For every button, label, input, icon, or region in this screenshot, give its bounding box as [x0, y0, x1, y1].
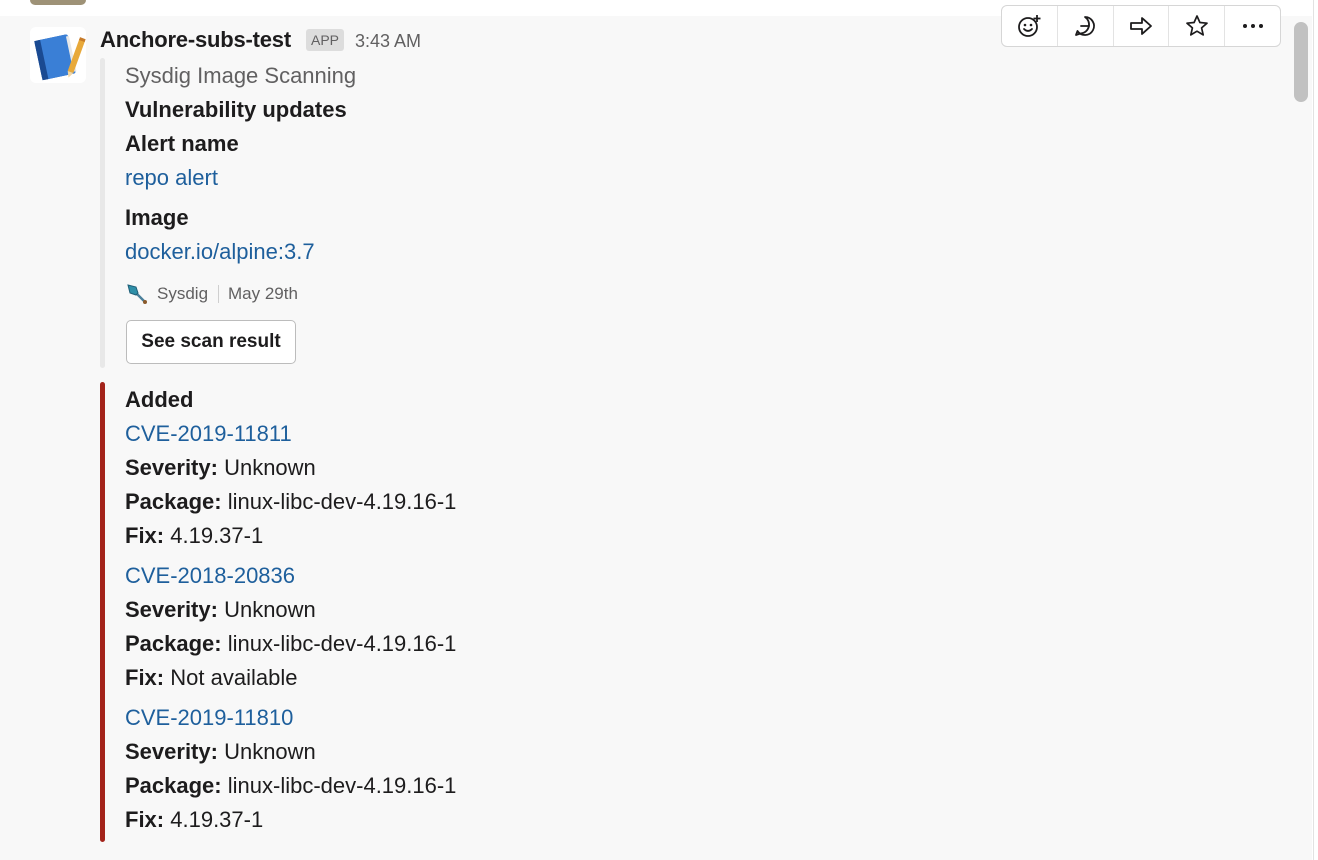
app-avatar[interactable] — [30, 27, 86, 83]
attachment-title: Vulnerability updates — [125, 97, 347, 122]
fix-value: 4.19.37-1 — [170, 523, 264, 548]
star-icon — [1185, 15, 1208, 36]
app-badge: APP — [306, 29, 345, 51]
attachment-footer-date: May 29th — [228, 284, 298, 303]
attachment-pretext: Sysdig Image Scanning — [125, 63, 357, 88]
star-button[interactable] — [1169, 6, 1226, 46]
severity-label: Severity: — [125, 739, 218, 764]
image-label: Image — [125, 205, 189, 230]
fix-label: Fix: — [125, 807, 165, 832]
scrollbar-track — [1313, 0, 1318, 860]
attachment-footer: Sysdig — [157, 284, 209, 303]
fix-row: Fix: 4.19.37-1 — [125, 805, 263, 835]
severity-label: Severity: — [125, 455, 218, 480]
see-scan-result-button[interactable]: See scan result — [126, 320, 296, 364]
severity-value: Unknown — [224, 739, 316, 764]
reply-in-thread-icon — [1075, 16, 1096, 36]
package-label: Package: — [125, 489, 222, 514]
add-reaction-button[interactable] — [1002, 6, 1058, 46]
severity-row: Severity: Unknown — [125, 595, 316, 625]
cve-link[interactable]: CVE-2018-20836 — [125, 561, 295, 591]
fix-value: 4.19.37-1 — [170, 807, 264, 832]
added-attachment-bar — [100, 382, 105, 842]
alert-name-label: Alert name — [125, 131, 239, 156]
package-label: Package: — [125, 773, 222, 798]
footer-separator — [218, 285, 219, 303]
add-reaction-icon — [1018, 15, 1041, 37]
fix-value: Not available — [170, 665, 298, 690]
more-actions-button[interactable] — [1225, 6, 1280, 46]
scrollbar-thumb[interactable] — [1294, 22, 1308, 102]
image-link[interactable]: docker.io/alpine:3.7 — [125, 237, 315, 267]
more-actions-icon — [1242, 24, 1263, 28]
attachment-bar — [100, 58, 105, 368]
package-label: Package: — [125, 631, 222, 656]
severity-row: Severity: Unknown — [125, 737, 316, 767]
fix-label: Fix: — [125, 523, 165, 548]
message-timestamp[interactable]: 3:43 AM — [355, 29, 421, 53]
package-row: Package: linux-libc-dev-4.19.16-1 — [125, 487, 456, 517]
package-row: Package: linux-libc-dev-4.19.16-1 — [125, 771, 456, 801]
share-message-icon — [1130, 17, 1152, 35]
package-value: linux-libc-dev-4.19.16-1 — [227, 489, 457, 514]
severity-value: Unknown — [224, 597, 316, 622]
package-value: linux-libc-dev-4.19.16-1 — [227, 631, 457, 656]
share-message-button[interactable] — [1114, 6, 1170, 46]
shovel-icon — [125, 282, 149, 306]
severity-row: Severity: Unknown — [125, 453, 316, 483]
severity-value: Unknown — [224, 455, 316, 480]
cve-link[interactable]: CVE-2019-11810 — [125, 703, 293, 733]
sender-name[interactable]: Anchore-subs-test — [100, 26, 291, 54]
alert-name-link[interactable]: repo alert — [125, 163, 218, 193]
fix-row: Fix: 4.19.37-1 — [125, 521, 263, 551]
fix-label: Fix: — [125, 665, 165, 690]
previous-avatar[interactable] — [30, 0, 86, 5]
severity-label: Severity: — [125, 597, 218, 622]
added-title: Added — [125, 387, 194, 412]
fix-row: Fix: Not available — [125, 663, 297, 693]
reply-in-thread-button[interactable] — [1058, 6, 1114, 46]
package-row: Package: linux-libc-dev-4.19.16-1 — [125, 629, 456, 659]
cve-link[interactable]: CVE-2019-11811 — [125, 419, 292, 449]
package-value: linux-libc-dev-4.19.16-1 — [227, 773, 457, 798]
message-actions-toolbar — [1001, 5, 1281, 47]
notebook-icon — [34, 34, 86, 81]
